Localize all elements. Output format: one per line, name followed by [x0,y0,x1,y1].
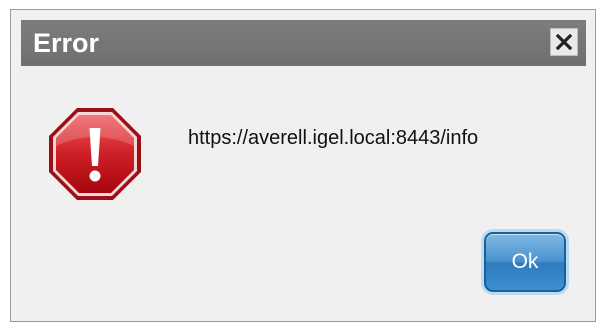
error-stop-icon [47,106,143,202]
ok-button-label: Ok [511,250,539,273]
close-icon [555,33,573,51]
dialog-title: Error [33,28,100,58]
ok-button[interactable]: Ok [484,232,566,292]
error-message: https://averell.igel.local:8443/info [188,127,479,149]
dialog-titlebar: Error [21,20,586,66]
error-dialog: Error https://averell.igel.local:8443/in… [10,9,596,322]
close-button[interactable] [550,28,578,56]
